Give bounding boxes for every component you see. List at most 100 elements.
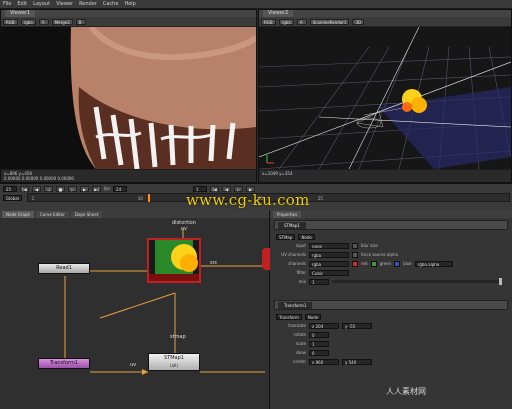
stop-button[interactable]: ■ <box>56 185 65 192</box>
filter-select[interactable]: Cubic <box>309 269 349 276</box>
properties-title-bar: Properties <box>270 210 512 218</box>
property-row: filter Cubic <box>270 268 512 277</box>
ruler-mark: 25 <box>317 196 323 201</box>
menu-cache[interactable]: Cache <box>103 1 119 7</box>
mix-slider-handle[interactable] <box>499 278 502 285</box>
viewer1-panel: Viewer1 RGB rgba A Merge2 B x=896 y=458 … <box>0 9 257 183</box>
green-checkbox[interactable] <box>370 260 377 267</box>
playhead[interactable] <box>147 194 150 202</box>
menu-layout[interactable]: Layout <box>33 1 50 7</box>
prev-frame-button[interactable]: ◀ <box>32 185 41 192</box>
property-label: skew <box>296 350 306 355</box>
input-a-button[interactable]: A <box>38 18 49 25</box>
node-name-field[interactable]: STMap1 <box>278 221 306 229</box>
viewer1-tab-bar: Viewer1 <box>1 10 256 17</box>
tab-stmap[interactable]: STMap <box>276 233 296 240</box>
tab-properties[interactable]: Properties <box>273 210 302 218</box>
property-row: input none blur size <box>270 241 512 250</box>
tab-transform[interactable]: Transform <box>276 313 302 320</box>
mix-field[interactable]: 1 <box>309 278 329 285</box>
global-range-select[interactable]: Global <box>3 194 22 201</box>
property-row: mix 1 <box>270 277 512 286</box>
transform-node-label: Transform1 <box>49 360 79 366</box>
tab-viewer1[interactable]: Viewer1 <box>5 10 36 17</box>
play-forward-button[interactable]: ▷ <box>68 185 77 192</box>
play-backward-button[interactable]: ◁ <box>44 185 53 192</box>
channel-select[interactable]: RGB <box>261 18 276 25</box>
input-a-select[interactable]: Merge2 <box>51 18 73 25</box>
property-row: UV channels rgba force source alpha <box>270 250 512 259</box>
alpha-select[interactable]: rgba.alpha <box>414 260 453 267</box>
rotate-field[interactable]: 0 <box>309 331 329 338</box>
stmap-thumbnail-node[interactable] <box>147 238 201 283</box>
input-a-select[interactable]: ScanlineRender1 <box>309 18 350 25</box>
channel-select[interactable]: RGB <box>3 18 18 25</box>
view-mode-select[interactable]: 3D <box>352 18 365 25</box>
thumbnail-image <box>149 240 199 281</box>
property-label: translate <box>288 323 306 328</box>
property-row: translate x 204 y -55 <box>270 321 512 330</box>
skew-field[interactable]: 0 <box>309 349 329 356</box>
tab-curve-editor[interactable]: Curve Editor <box>35 211 69 218</box>
transform-tabs: Transform Node <box>270 312 512 321</box>
channels-select[interactable]: rgba <box>309 260 349 267</box>
translate-y-field[interactable]: y -55 <box>342 322 372 329</box>
uv-channels-select[interactable]: rgba <box>309 251 349 258</box>
translate-x-field[interactable]: x 204 <box>309 322 339 329</box>
input-select[interactable]: none <box>309 242 349 249</box>
fps-label: fps <box>104 186 111 191</box>
property-label: mix <box>298 279 306 284</box>
menu-file[interactable]: File <box>3 1 11 7</box>
tab-viewer2[interactable]: Viewer2 <box>263 10 294 17</box>
property-row: rotate 0 <box>270 330 512 339</box>
center-x-field[interactable]: x 960 <box>309 358 339 365</box>
blue-checkbox[interactable] <box>394 260 401 267</box>
scale-field[interactable]: 1 <box>309 340 329 347</box>
viewer2-toolbar: RGB rgba A ScanlineRender1 3D <box>259 17 511 27</box>
layer-select[interactable]: rgba <box>278 18 294 25</box>
watermark-site-name: 人人素材网 <box>386 387 426 396</box>
center-y-field[interactable]: y 540 <box>342 358 372 365</box>
transform-name-field[interactable]: Transform1 <box>278 301 313 309</box>
stmap-node-sublabel: (all) <box>170 363 178 368</box>
node-connections <box>62 228 265 375</box>
frame-field-left[interactable]: 25 <box>3 185 17 192</box>
menu-help[interactable]: Help <box>124 1 135 7</box>
distorted-texture-image <box>1 25 256 170</box>
property-row: scale 1 <box>270 339 512 348</box>
viewer2-3d-canvas[interactable] <box>259 26 511 170</box>
ruler-mark: 10 <box>137 196 143 201</box>
force-alpha-label: force source alpha <box>361 252 398 257</box>
offscreen-node[interactable] <box>262 248 270 270</box>
property-label: center <box>293 359 306 364</box>
mix-slider[interactable] <box>332 278 502 285</box>
first-frame-button[interactable]: |◀ <box>20 185 29 192</box>
viewer1-status-bar: x=896 y=458 0.00000 0.00000 0.00000 0.00… <box>1 170 256 182</box>
tab-node[interactable]: Node <box>298 233 315 240</box>
last-frame-button[interactable]: ▶| <box>92 185 101 192</box>
next-frame-button[interactable]: ▶ <box>80 185 89 192</box>
menu-viewer[interactable]: Viewer <box>56 1 73 7</box>
layer-select[interactable]: rgba <box>20 18 36 25</box>
menu-edit[interactable]: Edit <box>17 1 27 7</box>
stmap-input-label: stmap <box>170 334 186 340</box>
fps-field[interactable]: 24 <box>113 185 128 192</box>
read-node[interactable]: Read1 <box>38 263 90 274</box>
force-alpha-checkbox[interactable] <box>352 251 358 258</box>
tab-transform-node[interactable]: Node <box>304 313 322 320</box>
read-node-label: Read1 <box>56 265 72 271</box>
viewer2-status-bar: x=1049 y=354 <box>259 170 511 182</box>
input-b-button[interactable]: B <box>75 18 86 25</box>
property-row: skew 0 <box>270 348 512 357</box>
blur-checkbox[interactable] <box>352 242 358 249</box>
red-checkbox[interactable] <box>352 260 358 267</box>
tab-dope-sheet[interactable]: Dope Sheet <box>70 211 103 218</box>
ruler-mark: 1 <box>31 196 35 201</box>
tab-node-graph[interactable]: Node Graph <box>2 211 34 218</box>
property-label: rotate <box>293 332 306 337</box>
input-a-button[interactable]: A <box>296 18 307 25</box>
stmap-node[interactable]: STMap1 (all) <box>148 353 200 371</box>
menu-render[interactable]: Render <box>79 1 97 7</box>
transform-node[interactable]: Transform1 <box>38 358 90 369</box>
viewer1-canvas[interactable] <box>1 25 256 170</box>
